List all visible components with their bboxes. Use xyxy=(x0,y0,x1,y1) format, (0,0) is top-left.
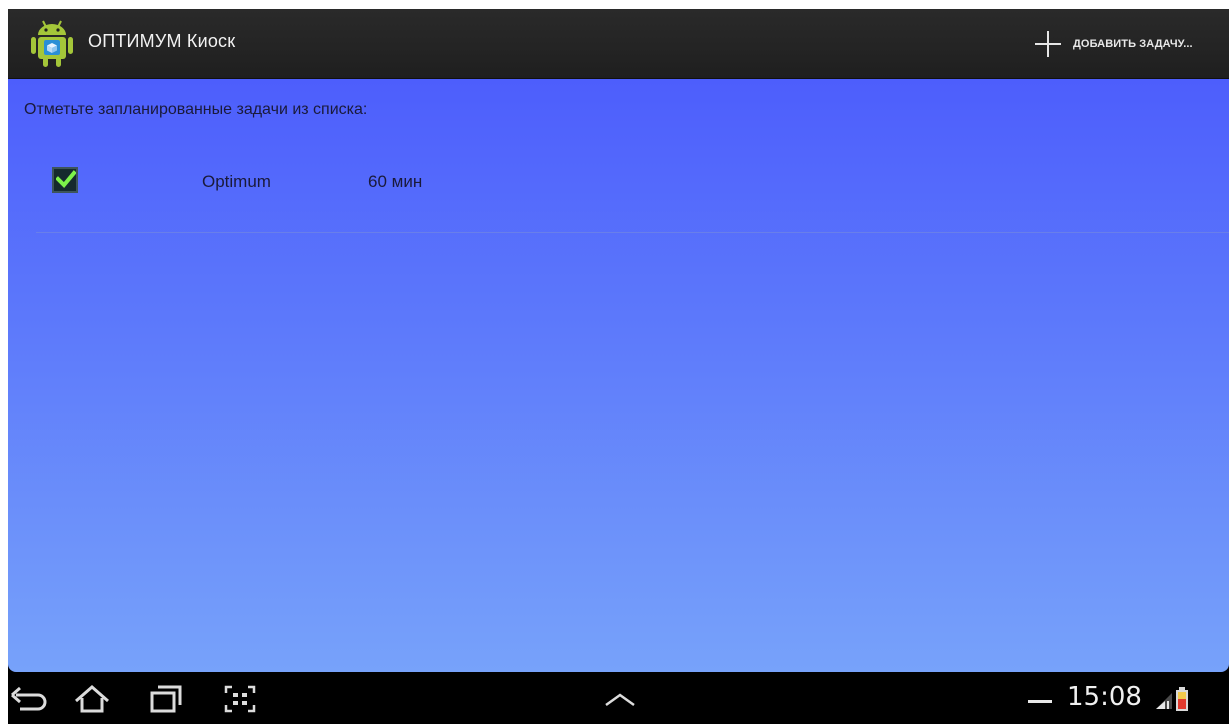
back-icon[interactable] xyxy=(8,681,48,717)
system-bar: 15:08 xyxy=(8,673,1229,724)
task-row[interactable]: Optimum 60 мин xyxy=(36,157,1229,233)
add-task-label: ДОБАВИТЬ ЗАДАЧУ... xyxy=(1073,37,1193,50)
screenshot-icon[interactable] xyxy=(220,681,260,717)
task-duration: 60 мин xyxy=(368,172,423,191)
minus-icon[interactable] xyxy=(1028,700,1052,703)
task-list-panel: Отметьте запланированные задачи из списк… xyxy=(8,79,1229,672)
android-app-icon[interactable] xyxy=(26,17,78,69)
task-name: Optimum xyxy=(202,172,271,191)
chevron-up-icon[interactable] xyxy=(600,681,640,717)
battery-icon xyxy=(1176,687,1188,715)
recent-apps-icon[interactable] xyxy=(146,681,186,717)
app-title: ОПТИМУМ Киоск xyxy=(88,31,236,51)
home-icon[interactable] xyxy=(72,681,112,717)
checkmark-icon xyxy=(56,170,76,188)
signal-icon xyxy=(1154,689,1174,715)
instruction-text: Отметьте запланированные задачи из списк… xyxy=(24,101,368,118)
task-checkbox[interactable] xyxy=(52,167,78,193)
device-screen: ОПТИМУМ Киоск ДОБАВИТЬ ЗАДАЧУ... Отметьт… xyxy=(8,9,1229,724)
action-bar: ОПТИМУМ Киоск ДОБАВИТЬ ЗАДАЧУ... xyxy=(8,9,1229,79)
status-clock: 15:08 xyxy=(1067,682,1142,712)
add-task-button[interactable]: ДОБАВИТЬ ЗАДАЧУ... xyxy=(1031,9,1229,78)
plus-icon xyxy=(1035,30,1061,57)
